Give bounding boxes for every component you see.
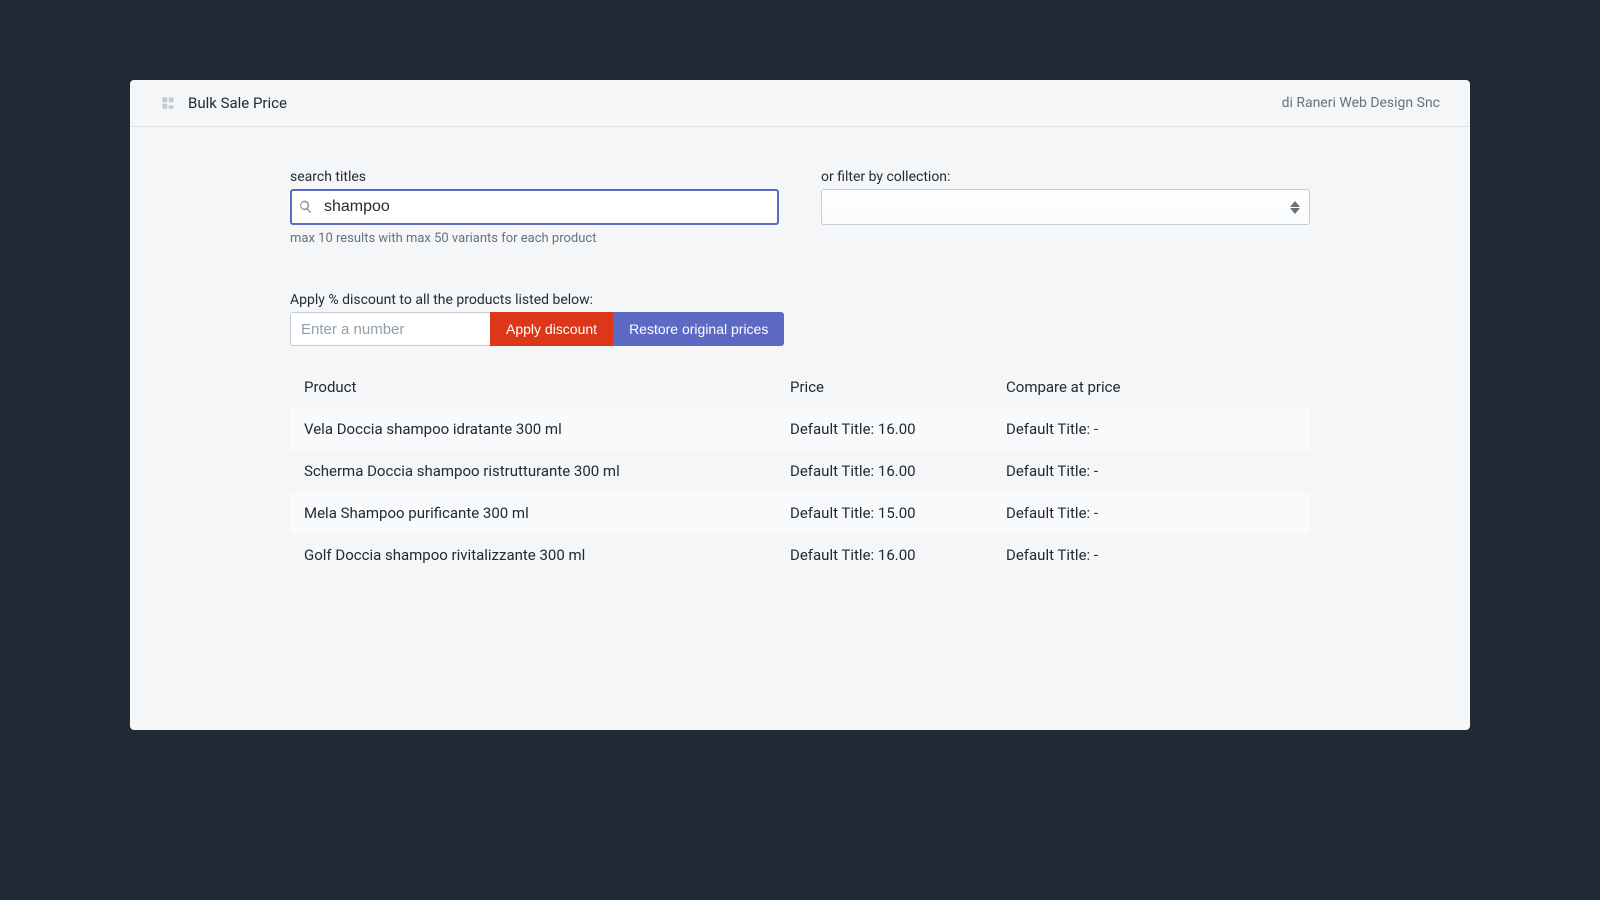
- col-header-compare: Compare at price: [1006, 378, 1296, 396]
- vendor-label: di Raneri Web Design Snc: [1282, 95, 1440, 111]
- cell-compare: Default Title: -: [1006, 462, 1296, 480]
- cell-price: Default Title: 15.00: [790, 504, 1006, 522]
- search-column: search titles max 10 results with max 50…: [290, 169, 779, 246]
- col-header-price: Price: [790, 378, 1006, 396]
- cell-product: Vela Doccia shampoo idratante 300 ml: [304, 420, 790, 438]
- collection-label: or filter by collection:: [821, 169, 1310, 185]
- cell-product: Mela Shampoo purificante 300 ml: [304, 504, 790, 522]
- header: Bulk Sale Price di Raneri Web Design Snc: [130, 80, 1470, 127]
- table-row: Vela Doccia shampoo idratante 300 ml Def…: [290, 408, 1310, 450]
- table-row: Mela Shampoo purificante 300 ml Default …: [290, 492, 1310, 534]
- cell-price: Default Title: 16.00: [790, 420, 1006, 438]
- table-header: Product Price Compare at price: [290, 366, 1310, 408]
- search-label: search titles: [290, 169, 779, 185]
- cell-price: Default Title: 16.00: [790, 546, 1006, 564]
- header-left: Bulk Sale Price: [160, 94, 287, 112]
- discount-section: Apply % discount to all the products lis…: [290, 292, 1310, 346]
- discount-row: Apply discount Restore original prices: [290, 312, 1310, 346]
- collection-select-wrap: [821, 189, 1310, 225]
- col-header-product: Product: [304, 378, 790, 396]
- apply-discount-button[interactable]: Apply discount: [490, 312, 613, 346]
- collection-column: or filter by collection:: [821, 169, 1310, 246]
- discount-input[interactable]: [290, 312, 490, 346]
- search-wrap: [290, 189, 779, 225]
- search-input[interactable]: [290, 189, 779, 225]
- cell-price: Default Title: 16.00: [790, 462, 1006, 480]
- table-row: Scherma Doccia shampoo ristrutturante 30…: [290, 450, 1310, 492]
- collection-select[interactable]: [821, 189, 1310, 225]
- restore-prices-button[interactable]: Restore original prices: [613, 312, 784, 346]
- discount-label: Apply % discount to all the products lis…: [290, 292, 1310, 308]
- cell-product: Scherma Doccia shampoo ristrutturante 30…: [304, 462, 790, 480]
- table-row: Golf Doccia shampoo rivitalizzante 300 m…: [290, 534, 1310, 576]
- search-help: max 10 results with max 50 variants for …: [290, 231, 779, 246]
- cell-product: Golf Doccia shampoo rivitalizzante 300 m…: [304, 546, 790, 564]
- content: search titles max 10 results with max 50…: [130, 127, 1470, 576]
- cell-compare: Default Title: -: [1006, 420, 1296, 438]
- app-frame: Bulk Sale Price di Raneri Web Design Snc…: [130, 80, 1470, 730]
- cell-compare: Default Title: -: [1006, 504, 1296, 522]
- filters-row: search titles max 10 results with max 50…: [290, 169, 1310, 246]
- app-title: Bulk Sale Price: [188, 94, 287, 112]
- app-icon: [160, 95, 176, 111]
- cell-compare: Default Title: -: [1006, 546, 1296, 564]
- products-table: Product Price Compare at price Vela Docc…: [290, 366, 1310, 576]
- search-icon: [298, 199, 314, 215]
